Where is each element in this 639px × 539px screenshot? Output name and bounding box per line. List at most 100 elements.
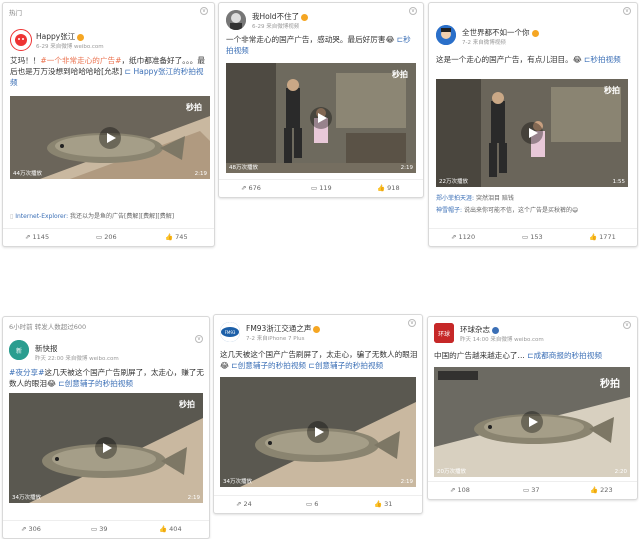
repost-button[interactable]: ⇗ 306 [21, 525, 41, 533]
repost-button[interactable]: ⇗ 1120 [451, 233, 475, 241]
view-count: 20万次播放 [437, 469, 466, 475]
like-button[interactable]: 👍 918 [377, 184, 400, 192]
hashtag-link[interactable]: #夜分享# [9, 368, 45, 377]
comment-icon: ▭ [96, 233, 103, 241]
video-player[interactable]: 34万次播放 2:19 [220, 377, 416, 487]
avatar[interactable] [10, 29, 32, 51]
comment-button[interactable]: ▭ 6 [306, 500, 318, 508]
verified-badge-icon [301, 13, 309, 21]
comment-text: 我还以为是鱼的广告[费解][费解][费解] [70, 213, 175, 220]
view-count: 48万次播放 [229, 165, 258, 171]
like-button[interactable]: 👍 404 [159, 525, 182, 533]
comment-button[interactable]: ▭ 119 [311, 184, 332, 192]
verified-badge-icon [531, 29, 539, 37]
post-meta: 6-29 来自微博视频 [252, 24, 300, 30]
avatar[interactable] [226, 10, 246, 30]
avatar[interactable] [436, 25, 456, 45]
user-name-text[interactable]: FM93浙江交通之声 [246, 324, 311, 333]
video-link[interactable]: 成都商报的秒拍视频 [534, 351, 602, 360]
repost-button[interactable]: ⇗ 24 [236, 500, 252, 508]
video-link-icon[interactable]: ⊏ [125, 67, 131, 76]
comment-icon: ▭ [522, 233, 529, 241]
like-button[interactable]: 👍 745 [165, 233, 188, 241]
video-player[interactable]: 秒拍 34万次播放 2:19 [9, 393, 203, 503]
chevron-down-icon[interactable]: v [200, 7, 208, 15]
video-link[interactable]: 创意辅子的秒拍视频 [238, 361, 306, 370]
video-link[interactable]: 秒拍视频 [590, 55, 620, 64]
view-count: 22万次播放 [439, 179, 468, 185]
chevron-down-icon[interactable]: v [623, 321, 631, 329]
comment-button[interactable]: ▭ 153 [522, 233, 543, 241]
user-name[interactable]: 环球杂志 [460, 324, 499, 335]
chevron-down-icon[interactable]: v [409, 7, 417, 15]
comment-count: 39 [99, 525, 108, 533]
user-name[interactable]: 全世界都不如一个你 [462, 27, 539, 38]
repost-count: 24 [243, 500, 252, 508]
verified-badge-icon [492, 326, 499, 334]
play-icon[interactable] [521, 122, 543, 144]
like-button[interactable]: 👍 1771 [589, 233, 616, 241]
play-icon[interactable] [521, 411, 543, 433]
repost-button[interactable]: ⇗ 108 [450, 486, 470, 494]
chevron-down-icon[interactable]: v [623, 7, 631, 15]
action-bar: ⇗ 24 ▭ 6 👍 31 [214, 495, 422, 513]
action-bar: ⇗ 1120 ▭ 153 👍 1771 [429, 228, 637, 246]
user-name-text[interactable]: 我Hold不住了 [252, 12, 299, 21]
comment-user[interactable]: Internet-Explorer: [15, 213, 68, 220]
svg-text:环球: 环球 [438, 330, 450, 338]
repost-button[interactable]: ⇗ 1145 [25, 233, 49, 241]
like-button[interactable]: 👍 223 [590, 486, 613, 494]
comment-button[interactable]: ▭ 39 [91, 525, 108, 533]
video-duration: 2:19 [400, 165, 413, 171]
user-name[interactable]: Happy张江 [36, 31, 85, 42]
avatar[interactable]: 新 [9, 340, 29, 360]
like-count: 918 [387, 184, 400, 192]
video-player[interactable]: 秒拍 20万次播放 2:20 [434, 367, 630, 477]
user-name-text[interactable]: 环球杂志 [460, 325, 490, 334]
comment-button[interactable]: ▭ 206 [96, 233, 117, 241]
weibo-card-1: 热门 v Happy张江 6-29 来自微博 weibo.com 艾玛！！#一个… [2, 2, 215, 247]
like-icon: 👍 [590, 486, 599, 494]
post-meta: 7-2 来自微博视频 [462, 40, 506, 46]
like-count: 404 [169, 525, 182, 533]
comment-user[interactable]: 神雪帽子: [436, 207, 462, 214]
video-player[interactable]: 秒拍 48万次播放 2:19 [226, 63, 416, 173]
repost-icon: ⇗ [236, 500, 242, 508]
like-icon: 👍 [374, 500, 383, 508]
like-button[interactable]: 👍 31 [374, 500, 392, 508]
user-name[interactable]: 新快报 [35, 343, 58, 354]
comment-text: 突然泪目 赔钱 [475, 195, 514, 202]
repost-notice: 6小时前 转发人数超过600 [9, 323, 87, 331]
user-name-text[interactable]: Happy张江 [36, 32, 75, 41]
miaopai-logo: 秒拍 [186, 103, 202, 112]
user-name[interactable]: 我Hold不住了 [252, 11, 309, 22]
repost-button[interactable]: ⇗ 676 [241, 184, 261, 192]
post-text: 这几天被这个国产广告刷屏了，太走心，骗了无数人的眼泪😂 ⊏创意辅子的秒拍视频 ⊏… [220, 349, 418, 371]
view-count: 34万次播放 [223, 479, 252, 485]
video-link[interactable]: 创意辅子的秒拍视频 [315, 361, 383, 370]
avatar[interactable]: 环球 [434, 323, 454, 343]
user-name-text[interactable]: 新快报 [35, 344, 58, 353]
video-link[interactable]: 创意辅子的秒拍视频 [65, 379, 133, 388]
comment-count: 153 [530, 233, 543, 241]
hot-comment: 神雪帽子: 说出来你可能不信，这个广告是买秋裤的😄 [436, 205, 578, 214]
hashtag-link[interactable]: #一个非常走心的广告# [40, 56, 121, 65]
user-name[interactable]: FM93浙江交通之声 [246, 323, 321, 334]
smile-emoji-icon: 😄 [571, 207, 579, 214]
video-player[interactable]: 秒拍 44万次播放 2:19 [10, 96, 210, 179]
chevron-down-icon[interactable]: v [408, 319, 416, 327]
video-player[interactable]: 秒拍 22万次播放 1:55 [436, 79, 628, 187]
comment-button[interactable]: ▭ 37 [523, 486, 540, 494]
play-icon[interactable] [310, 107, 332, 129]
user-name-text[interactable]: 全世界都不如一个你 [462, 28, 530, 37]
tears-emoji-icon: 😂 [220, 361, 229, 370]
repost-count: 1145 [32, 233, 50, 241]
like-count: 223 [600, 486, 613, 494]
play-icon[interactable] [95, 437, 117, 459]
play-icon[interactable] [307, 421, 329, 443]
comment-user[interactable]: 郑小菲拍天涯: [436, 195, 474, 202]
chevron-down-icon[interactable]: v [195, 335, 203, 343]
play-icon[interactable] [99, 126, 121, 149]
avatar[interactable]: FM93 [220, 322, 240, 342]
post-text-main: 这是一个走心的国产广告，有点儿泪目。 [436, 55, 573, 64]
